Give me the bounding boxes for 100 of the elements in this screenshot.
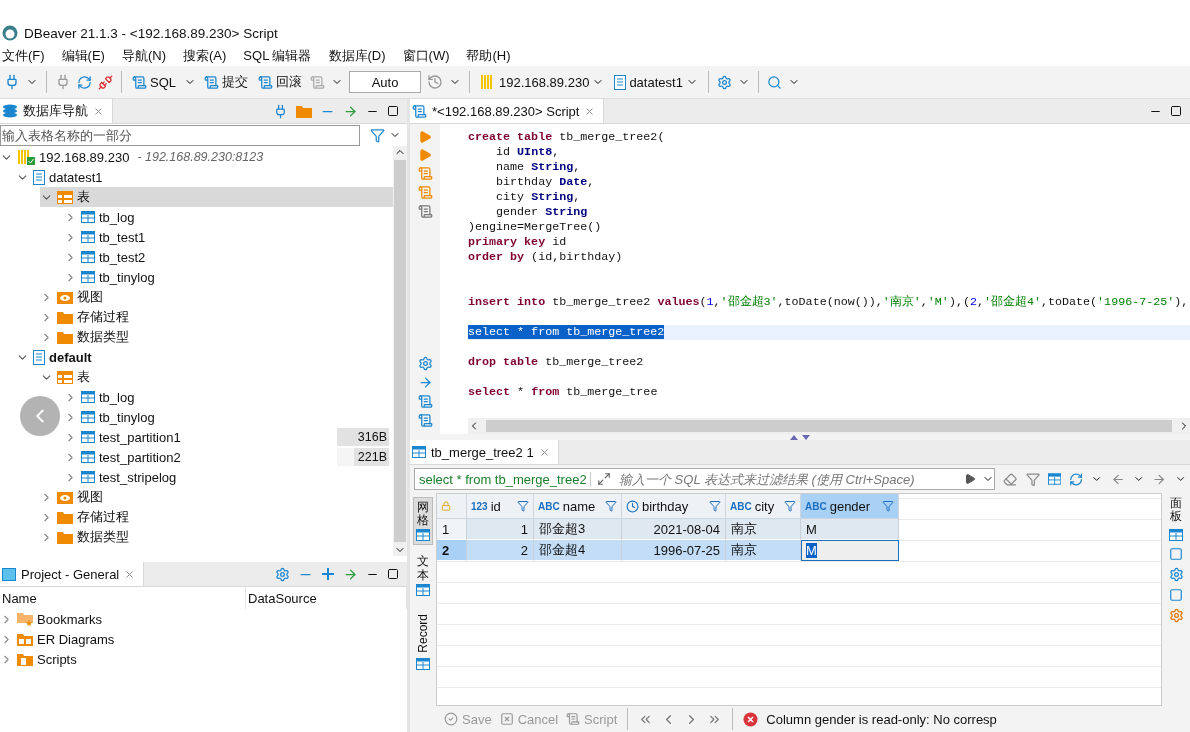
menu-item[interactable]: 编辑(E) xyxy=(59,47,112,65)
tree-item[interactable]: 存储过程 xyxy=(40,507,393,527)
panels-label[interactable]: 面板 xyxy=(1170,497,1182,524)
tree-item[interactable]: 192.168.89.230 - 192.168.89.230:8123 xyxy=(0,147,393,167)
maximize-icon[interactable] xyxy=(387,105,399,117)
document-icon xyxy=(258,74,273,90)
tree-item[interactable]: 数据类型 xyxy=(40,327,393,347)
query-text[interactable]: select * from tb_merge_tree2 xyxy=(415,471,591,487)
view-mode-tab[interactable]: Record xyxy=(413,605,433,675)
tree-item[interactable]: tb_tinylog xyxy=(64,407,393,427)
code-line: name String, xyxy=(495,160,581,175)
table-cell: 1 xyxy=(467,519,534,540)
column-header[interactable]: birthday xyxy=(622,494,726,519)
cell-editor[interactable]: M xyxy=(801,540,899,561)
row-number[interactable]: 1 xyxy=(437,519,467,540)
table-icon xyxy=(81,211,95,223)
menu-item[interactable]: 数据库(D) xyxy=(326,47,393,65)
tree-item[interactable]: default xyxy=(16,347,393,367)
tree-item[interactable]: datatest1 xyxy=(16,167,393,187)
reconnect-icon[interactable] xyxy=(77,74,92,90)
tree-item[interactable]: test_stripelog xyxy=(64,467,393,487)
new-connection-icon[interactable] xyxy=(4,74,20,90)
tree-item[interactable]: tb_log xyxy=(64,207,393,227)
filter-field[interactable]: select * from tb_merge_tree2 输入一个 SQL 表达式来过滤结果 (使用 Ctrl+Space) xyxy=(414,468,996,490)
disconnect-icon[interactable] xyxy=(98,74,113,90)
view-tab[interactable]: Project - General xyxy=(0,562,145,586)
tree-item[interactable]: 存储过程 xyxy=(40,307,393,327)
run-script-new-tab-icon[interactable] xyxy=(417,185,433,200)
menu-item[interactable]: SQL 编辑器 xyxy=(241,47,319,65)
splitter-arrows-icon[interactable] xyxy=(789,434,811,440)
menu-item[interactable]: 窗口(W) xyxy=(400,47,457,65)
table-cell: M xyxy=(801,519,899,540)
menu-item[interactable]: 搜索(A) xyxy=(181,47,234,65)
history-icon[interactable] xyxy=(427,74,443,90)
settings-icon[interactable] xyxy=(417,356,433,371)
menu-item[interactable]: 帮助(H) xyxy=(464,47,518,65)
view-tab[interactable]: 数据库导航 xyxy=(0,99,113,123)
apply-filter-icon[interactable] xyxy=(964,473,977,485)
search-icon[interactable] xyxy=(766,74,782,90)
sort-filter-icon[interactable] xyxy=(882,500,894,512)
maximize-icon[interactable] xyxy=(387,568,399,580)
expand-all-icon[interactable] xyxy=(321,567,335,581)
run-new-tab-icon[interactable] xyxy=(418,148,432,162)
menu-item[interactable]: 导航(N) xyxy=(119,47,173,65)
plug-icon[interactable] xyxy=(55,74,71,90)
tree-item[interactable]: 数据类型 xyxy=(40,527,393,547)
tree-item[interactable]: Bookmarks xyxy=(0,609,407,629)
column-header[interactable]: 123 id xyxy=(467,494,534,519)
sort-filter-icon[interactable] xyxy=(517,500,529,512)
view-mode-tab[interactable]: 网格 xyxy=(413,497,433,546)
tree-item[interactable]: tb_tinylog xyxy=(64,267,393,287)
row-number[interactable]: 2 xyxy=(437,540,467,561)
connection-detail: - 192.168.89.230:8123 xyxy=(137,150,264,164)
scrollbar[interactable] xyxy=(468,418,1190,434)
column-header[interactable]: ABC city xyxy=(726,494,801,519)
sort-filter-icon[interactable] xyxy=(605,500,617,512)
view-mode-tab[interactable]: 文本 xyxy=(413,551,433,600)
close-icon[interactable] xyxy=(93,105,104,117)
tree-item[interactable]: tb_test2 xyxy=(64,247,393,267)
refresh-icon[interactable] xyxy=(1069,471,1084,487)
tree-item[interactable]: 视图 xyxy=(40,487,393,507)
eraser-icon[interactable] xyxy=(1003,471,1018,487)
tree-item[interactable]: 表 xyxy=(40,187,393,207)
expand-icon[interactable] xyxy=(597,472,611,486)
transaction-mode-field[interactable]: Auto xyxy=(349,71,421,93)
run-icon[interactable] xyxy=(418,130,432,144)
tree-item[interactable]: ER Diagrams xyxy=(0,629,407,649)
tree-item[interactable]: test_partition1 316B xyxy=(64,427,393,447)
filter-field[interactable]: 输入表格名称的一部分 xyxy=(0,124,360,146)
sql-button[interactable]: SQL xyxy=(130,72,178,92)
column-header[interactable]: ABC name xyxy=(534,494,622,519)
column-header[interactable]: ABC gender xyxy=(801,494,899,519)
tree-item[interactable]: test_partition2 221B xyxy=(64,447,393,467)
settings-icon[interactable] xyxy=(275,566,290,582)
tree-item[interactable]: 表 xyxy=(40,367,393,387)
close-icon[interactable] xyxy=(124,568,136,580)
settings-icon[interactable] xyxy=(716,74,732,90)
tree-item[interactable]: Scripts xyxy=(0,649,407,669)
sort-filter-icon[interactable] xyxy=(784,500,796,512)
commit-button[interactable]: 提交 xyxy=(202,71,250,93)
maximize-icon[interactable] xyxy=(1170,105,1182,117)
tree-item[interactable]: tb_test1 xyxy=(64,227,393,247)
close-icon[interactable] xyxy=(584,105,596,117)
tree-item[interactable]: 视图 xyxy=(40,287,393,307)
tree-item[interactable]: tb_log xyxy=(64,387,393,407)
database-selector[interactable]: datatest1 xyxy=(612,72,700,92)
filter-icon[interactable] xyxy=(1025,471,1040,487)
table-icon xyxy=(81,431,95,443)
close-icon[interactable] xyxy=(538,446,550,458)
new-connection-icon[interactable] xyxy=(273,103,288,119)
results-tab[interactable]: tb_merge_tree2 1 xyxy=(410,440,559,464)
connection-selector[interactable]: 192.168.89.230 xyxy=(478,72,607,92)
menu-item[interactable]: 文件(F) xyxy=(0,47,52,65)
editor-tab[interactable]: *<192.168.89.230> Script xyxy=(410,99,605,123)
sort-filter-icon[interactable] xyxy=(709,500,721,512)
filter-icon[interactable] xyxy=(370,127,385,143)
scrollbar[interactable] xyxy=(393,146,407,556)
code-line: create table tb_merge_tree2( xyxy=(468,130,665,145)
rollback-button[interactable]: 回滚 xyxy=(256,71,304,93)
run-script-icon[interactable] xyxy=(417,166,433,181)
